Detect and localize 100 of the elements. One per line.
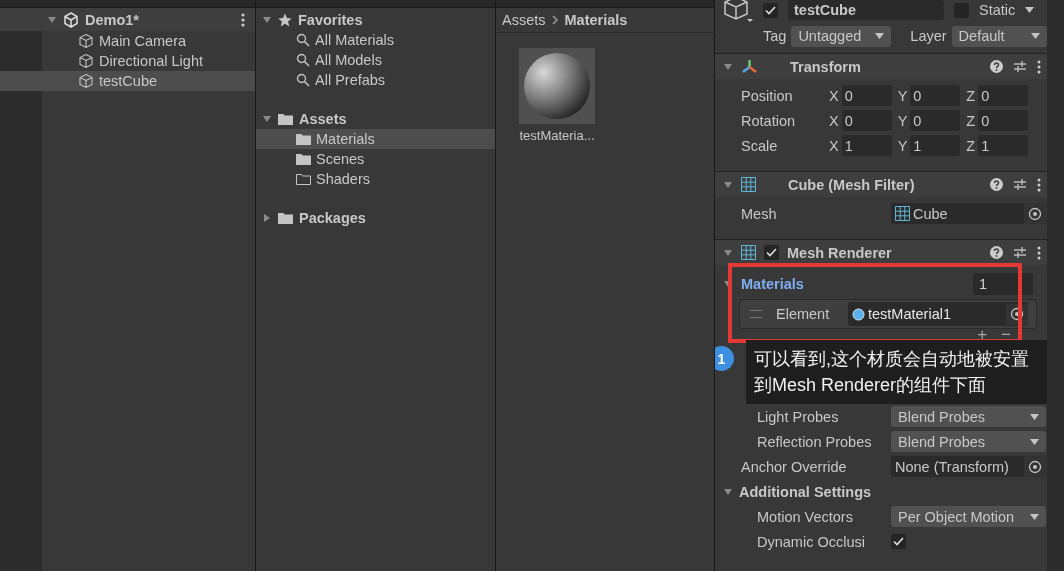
number-field[interactable]: 0 — [910, 85, 961, 106]
dropdown[interactable]: Per Object Motion — [891, 506, 1046, 527]
presets-icon[interactable] — [1013, 60, 1027, 73]
axis-label: X — [829, 87, 839, 104]
tree-item[interactable]: Shaders — [256, 169, 495, 189]
help-icon[interactable] — [990, 246, 1003, 259]
help-icon[interactable] — [990, 178, 1003, 191]
section-label[interactable]: Additional Settings — [739, 483, 872, 500]
checkbox[interactable] — [891, 534, 906, 549]
number-field[interactable]: 0 — [978, 85, 1029, 106]
expand-arrow-icon[interactable] — [262, 15, 272, 25]
annotation-tooltip: 可以看到,这个材质会自动地被安置到Mesh Renderer的组件下面 — [746, 340, 1047, 404]
expand-arrow-icon[interactable] — [47, 14, 57, 25]
folder-icon — [296, 133, 311, 145]
number-field[interactable]: 1 — [841, 135, 892, 156]
expand-arrow-icon[interactable] — [723, 486, 733, 497]
component-title[interactable]: Transform — [790, 58, 861, 75]
drag-handle-icon[interactable] — [750, 310, 762, 318]
enabled-checkbox[interactable] — [764, 245, 779, 260]
search-icon — [296, 33, 310, 47]
hierarchy-item[interactable]: Main Camera — [0, 31, 255, 51]
object-picker-icon[interactable] — [1028, 206, 1042, 221]
object-picker-icon[interactable] — [1010, 307, 1024, 321]
grid-icon — [741, 245, 756, 260]
hierarchy-item[interactable]: testCube — [0, 71, 255, 91]
axis-label: Y — [897, 87, 908, 104]
search-icon — [296, 73, 310, 87]
axis-label: Z — [966, 112, 976, 129]
tree-item[interactable]: Materials — [256, 129, 495, 149]
number-field[interactable]: 1 — [910, 135, 961, 156]
more-options-icon[interactable] — [1037, 59, 1041, 74]
expand-arrow-icon[interactable] — [723, 247, 733, 258]
axis-label: Z — [966, 87, 976, 104]
layer-label: Layer — [910, 28, 947, 44]
breadcrumb-item[interactable]: Assets — [502, 12, 546, 28]
dropdown[interactable]: Blend Probes — [891, 431, 1046, 452]
number-field[interactable]: 0 — [910, 110, 961, 131]
expand-arrow-icon[interactable] — [723, 179, 733, 190]
cube-icon — [78, 53, 94, 69]
cube-icon — [78, 73, 94, 89]
static-label: Static — [979, 2, 1016, 18]
tag-dropdown[interactable]: Untagged — [791, 25, 892, 47]
property-label: Anchor Override — [741, 458, 848, 475]
hierarchy-item[interactable]: Directional Light — [0, 51, 255, 71]
property-label: Rotation — [741, 112, 796, 129]
collapse-arrow-icon[interactable] — [262, 213, 272, 223]
object-field[interactable]: Cube — [891, 203, 1046, 224]
object-field[interactable]: testMaterial1 — [848, 302, 1028, 326]
add-button[interactable]: + — [977, 329, 988, 341]
scene-label[interactable]: Demo1* — [85, 11, 139, 28]
tree-group-label[interactable]: Favorites — [298, 12, 363, 28]
element-label: Element — [776, 306, 830, 322]
empty-folder-icon — [296, 173, 311, 185]
property-label: Scale — [741, 137, 779, 154]
tree-group-label[interactable]: Assets — [299, 111, 347, 127]
grid-icon — [895, 206, 910, 221]
folder-icon — [296, 153, 311, 165]
axis-label: X — [829, 112, 839, 129]
object-picker-icon[interactable] — [1028, 459, 1042, 474]
expand-arrow-icon[interactable] — [723, 61, 733, 72]
layer-dropdown[interactable]: Default — [951, 25, 1047, 47]
tree-item[interactable]: All Models — [256, 50, 495, 70]
search-icon — [296, 53, 310, 67]
axis-gizmo-icon — [741, 58, 758, 75]
array-size-field[interactable]: 1 — [973, 272, 1033, 295]
caret-icon — [1030, 438, 1039, 445]
tree-item[interactable]: Scenes — [256, 149, 495, 169]
more-options-icon[interactable] — [1037, 177, 1041, 192]
number-field[interactable]: 1 — [978, 135, 1029, 156]
axis-label: Y — [897, 137, 908, 154]
presets-icon[interactable] — [1013, 178, 1027, 191]
dropdown[interactable]: Blend Probes — [891, 406, 1046, 427]
axis-label: X — [829, 137, 839, 154]
number-field[interactable]: 0 — [978, 110, 1029, 131]
folder-icon — [278, 113, 293, 125]
caret-icon — [1031, 33, 1040, 39]
more-options-icon[interactable] — [241, 12, 245, 27]
name-field[interactable]: testCube — [788, 0, 944, 20]
object-field[interactable]: None (Transform) — [891, 456, 1046, 477]
breadcrumb-item[interactable]: Materials — [564, 12, 628, 28]
caret-icon — [1030, 513, 1039, 520]
tree-item[interactable]: All Prefabs — [256, 70, 495, 90]
presets-icon[interactable] — [1013, 246, 1027, 259]
number-field[interactable]: 0 — [841, 85, 892, 106]
property-label: Motion Vectors — [757, 508, 854, 525]
array-label[interactable]: Materials — [741, 275, 804, 292]
tree-item[interactable]: All Materials — [256, 30, 495, 50]
more-options-icon[interactable] — [1037, 245, 1041, 260]
expand-arrow-icon[interactable] — [262, 114, 272, 124]
number-field[interactable]: 0 — [841, 110, 892, 131]
help-icon[interactable] — [990, 60, 1003, 73]
grid-icon — [741, 177, 756, 192]
caret-icon — [875, 33, 885, 39]
caret-icon — [1025, 7, 1035, 13]
step-badge: 1 — [715, 346, 734, 371]
property-label: Reflection Probes — [757, 433, 873, 450]
star-icon — [278, 13, 292, 27]
tree-group-label[interactable]: Packages — [299, 210, 366, 226]
caret-icon — [1030, 413, 1039, 420]
active-checkbox[interactable] — [763, 2, 778, 18]
